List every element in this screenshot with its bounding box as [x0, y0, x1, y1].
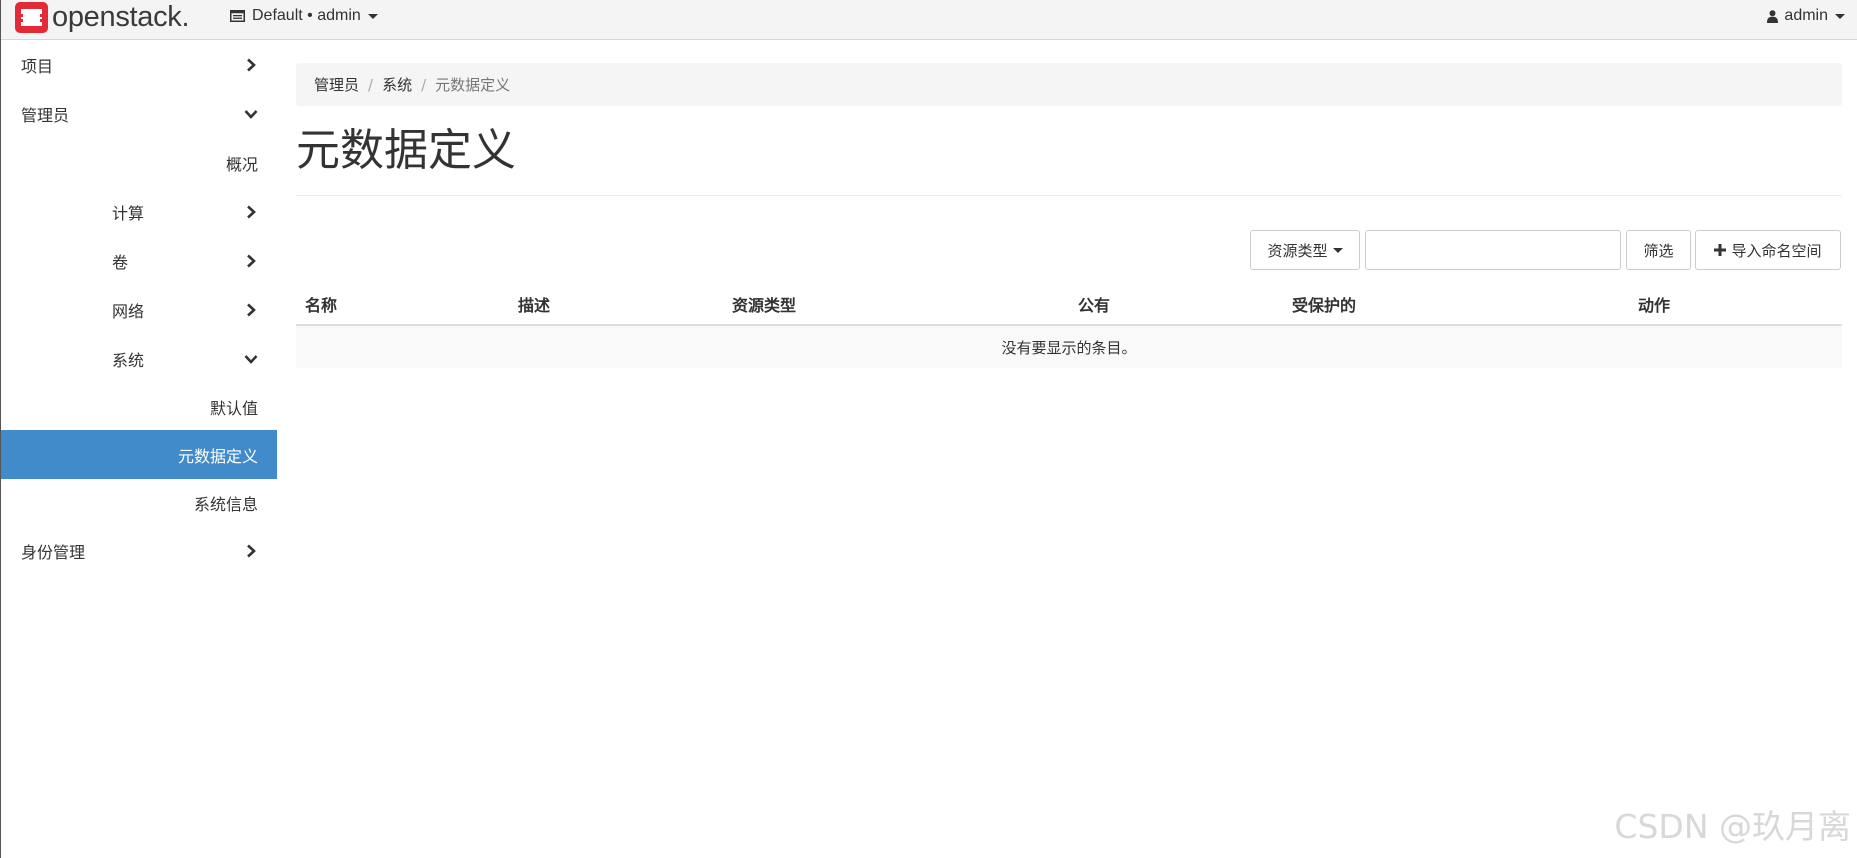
breadcrumb-item-system[interactable]: 系统 — [382, 74, 412, 95]
openstack-logo-icon — [15, 1, 48, 33]
column-header-resource-type[interactable]: 资源类型 — [723, 283, 1069, 326]
sidebar-item-label: 网络 — [112, 301, 145, 321]
context-icon — [230, 10, 245, 22]
sidebar-item-network[interactable]: 网络 — [1, 285, 277, 334]
brand-name: openstack. — [52, 1, 190, 33]
sidebar-item-label: 身份管理 — [21, 542, 86, 562]
breadcrumb-separator: / — [368, 75, 374, 94]
user-menu[interactable]: admin — [1767, 0, 1845, 32]
sidebar-item-compute[interactable]: 计算 — [1, 187, 277, 236]
chevron-right-icon — [247, 544, 256, 557]
breadcrumb-separator: / — [421, 75, 427, 94]
resource-type-dropdown[interactable]: 资源类型 — [1250, 230, 1360, 270]
empty-table-message: 没有要显示的条目。 — [296, 325, 1842, 368]
column-header-actions: 动作 — [1629, 283, 1842, 326]
breadcrumb-item-admin[interactable]: 管理员 — [314, 74, 359, 95]
filter-button[interactable]: 筛选 — [1626, 230, 1691, 270]
sidebar-item-identity[interactable]: 身份管理 — [1, 526, 277, 575]
caret-down-icon — [367, 13, 378, 19]
project-picker-label: Default • admin — [252, 7, 361, 24]
filter-input[interactable] — [1365, 230, 1621, 270]
column-header-protected[interactable]: 受保护的 — [1283, 283, 1629, 326]
top-navbar: openstack. Default • admin admin — [1, 0, 1857, 40]
sidebar-item-system-info[interactable]: 系统信息 — [1, 479, 277, 526]
caret-down-icon — [1332, 247, 1343, 253]
resource-type-label: 资源类型 — [1267, 241, 1328, 260]
sidebar-item-defaults[interactable]: 默认值 — [1, 383, 277, 430]
import-namespace-label: 导入命名空间 — [1731, 241, 1822, 260]
sidebar-item-label: 系统信息 — [193, 494, 258, 514]
sidebar-item-label: 卷 — [112, 252, 129, 272]
caret-down-icon — [1835, 13, 1845, 19]
chevron-right-icon — [247, 205, 256, 218]
sidebar-item-label: 管理员 — [21, 105, 70, 125]
table-row: 没有要显示的条目。 — [296, 325, 1842, 368]
sidebar-item-project[interactable]: 项目 — [1, 40, 277, 89]
sidebar-item-label: 元数据定义 — [177, 446, 258, 466]
sidebar: 项目 管理员 概况 计算 卷 网络 系统 默认值 元数据定义 系统信息 身份管理 — [1, 40, 277, 575]
watermark: CSDN @玖月离 — [1614, 807, 1851, 846]
column-header-public[interactable]: 公有 — [1069, 283, 1283, 326]
chevron-down-icon — [244, 109, 258, 119]
sidebar-item-label: 系统 — [112, 350, 145, 370]
breadcrumb: 管理员 / 系统 / 元数据定义 — [296, 63, 1842, 106]
chevron-right-icon — [247, 254, 256, 267]
breadcrumb-item-current: 元数据定义 — [435, 76, 511, 94]
chevron-right-icon — [247, 58, 256, 71]
sidebar-item-label: 概况 — [225, 154, 258, 174]
sidebar-item-admin[interactable]: 管理员 — [1, 89, 277, 138]
sidebar-item-label: 计算 — [112, 203, 145, 223]
plus-icon — [1714, 244, 1727, 256]
sidebar-item-volume[interactable]: 卷 — [1, 236, 277, 285]
sidebar-item-overview[interactable]: 概况 — [1, 138, 277, 187]
sidebar-item-metadata-definitions[interactable]: 元数据定义 — [1, 430, 277, 479]
user-icon — [1767, 9, 1779, 23]
column-header-name[interactable]: 名称 — [296, 283, 509, 326]
table-header-row: 名称 描述 资源类型 公有 受保护的 动作 — [296, 283, 1842, 326]
sidebar-item-system[interactable]: 系统 — [1, 334, 277, 383]
metadata-definitions-table: 名称 描述 资源类型 公有 受保护的 动作 没有要显示的条目。 — [296, 283, 1842, 368]
project-picker[interactable]: Default • admin — [230, 0, 378, 32]
column-header-description[interactable]: 描述 — [509, 283, 723, 326]
chevron-right-icon — [247, 303, 256, 316]
sidebar-item-label: 默认值 — [209, 398, 258, 418]
page-header: 元数据定义 — [296, 118, 1842, 196]
import-namespace-button[interactable]: 导入命名空间 — [1695, 230, 1841, 270]
page-title: 元数据定义 — [296, 125, 516, 176]
sidebar-item-label: 项目 — [21, 56, 54, 76]
brand[interactable]: openstack. — [15, 0, 190, 34]
table-actions: 资源类型 筛选 导入命名空间 — [1250, 230, 1841, 270]
user-menu-label: admin — [1784, 7, 1828, 24]
chevron-down-icon — [244, 354, 258, 364]
